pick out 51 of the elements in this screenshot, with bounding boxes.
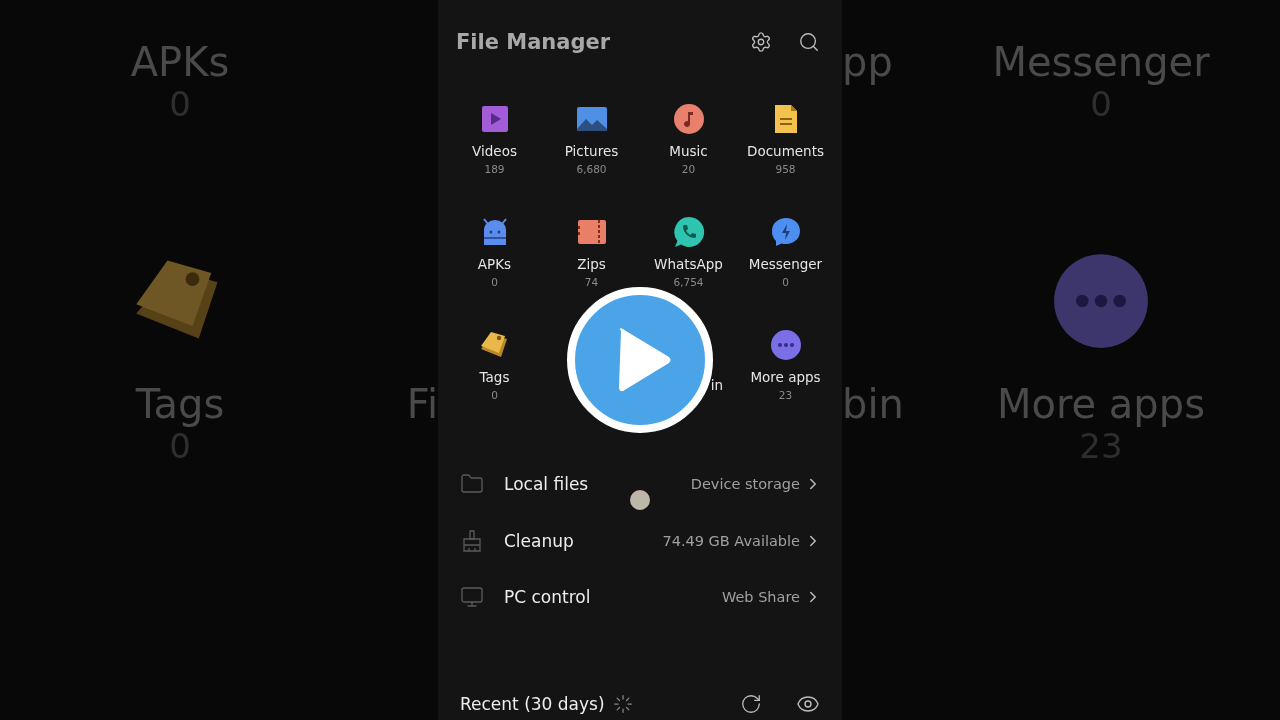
- category-label[interactable]: in: [710, 377, 723, 394]
- chat-bolt-icon: [769, 216, 802, 249]
- nav-row[interactable]: Local files Device storage: [438, 455, 842, 513]
- category-label[interactable]: Zips: [577, 256, 606, 273]
- category-count: 0: [491, 276, 498, 289]
- app-title: File Manager: [456, 30, 612, 55]
- row-label: Cleanup: [504, 530, 575, 551]
- nav-row[interactable]: PC control Web Share: [438, 568, 842, 626]
- category-label: bin: [842, 382, 904, 426]
- row-value: Device storage: [690, 475, 800, 492]
- category-label: Tags: [135, 382, 225, 426]
- category-count: 6,754: [673, 276, 704, 289]
- settings-icon[interactable]: [750, 31, 772, 54]
- category-label[interactable]: Music: [669, 143, 708, 160]
- section-title: Recent (30 days): [460, 693, 605, 714]
- category-count: 6,680: [576, 163, 607, 176]
- play-icon: [617, 327, 673, 393]
- row-value: 74.49 GB Available: [662, 532, 800, 549]
- row-label: Local files: [504, 473, 590, 494]
- category-label[interactable]: More apps: [750, 369, 821, 386]
- monitor-icon: [460, 585, 484, 610]
- category-label: pp: [842, 40, 893, 84]
- more-apps-icon: [769, 329, 802, 362]
- category-label[interactable]: Documents: [747, 143, 824, 160]
- refresh-icon[interactable]: [740, 692, 762, 715]
- category-label[interactable]: APKs: [477, 256, 512, 273]
- row-value: Web Share: [721, 589, 800, 606]
- category-count: 74: [584, 276, 599, 289]
- category-count: 0: [491, 389, 498, 402]
- category-label[interactable]: Tags: [479, 369, 510, 386]
- category-count: 189: [484, 163, 505, 176]
- more-apps-icon: [1051, 251, 1151, 351]
- row-label: PC control: [504, 587, 592, 608]
- category-count: 23: [778, 389, 793, 402]
- category-count: 0: [782, 276, 789, 289]
- category-label[interactable]: Messenger: [748, 256, 823, 273]
- broom-icon: [460, 528, 484, 553]
- nav-row[interactable]: Cleanup 74.49 GB Available: [438, 512, 842, 569]
- folder-icon: [460, 471, 484, 496]
- category-label[interactable]: WhatsApp: [654, 256, 723, 273]
- category-label[interactable]: Videos: [472, 143, 517, 160]
- search-icon[interactable]: [798, 31, 820, 54]
- category-label: More apps: [997, 382, 1205, 426]
- category-count: 958: [775, 163, 796, 176]
- category-label: Fi: [406, 382, 438, 426]
- category-label: Messenger: [992, 40, 1210, 84]
- category-label[interactable]: Pictures: [564, 143, 619, 160]
- category-count: 20: [681, 163, 696, 176]
- chat-phone-icon: [672, 216, 705, 249]
- music-icon: [672, 103, 705, 136]
- category-label: APKs: [130, 40, 230, 84]
